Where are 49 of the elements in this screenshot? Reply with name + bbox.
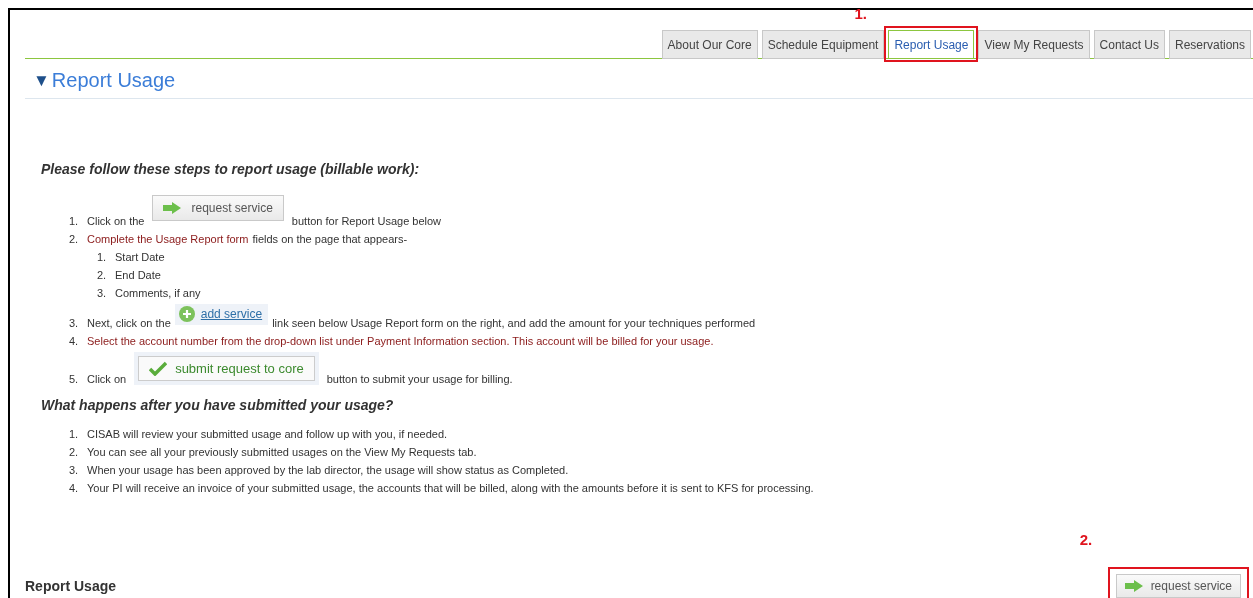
list-number: 2. [97, 268, 108, 283]
annotation-number: 1. [854, 5, 867, 22]
list-number: 3. [69, 316, 80, 331]
add-service-link[interactable]: add service [174, 304, 269, 325]
step-text: button to submit your usage for billing. [326, 372, 513, 387]
substep-text: Comments, if any [115, 286, 201, 301]
step-text: Click on [87, 372, 127, 387]
list-number: 2. [69, 445, 80, 460]
list-number: 3. [97, 286, 108, 301]
list-number: 5. [69, 372, 80, 387]
check-icon [149, 361, 168, 376]
nav-tab[interactable]: View My Requests [978, 30, 1090, 59]
arrow-icon [1124, 580, 1143, 592]
expand-triangle-icon: ▼ [33, 72, 50, 89]
plus-icon [178, 306, 195, 322]
step-text: When your usage has been approved by the lab director, the usage will show status as Completed. [87, 463, 569, 478]
step-text: Your PI will receive an invoice of your submitted usage, the accounts that will be billed, along with the amounts before it is sent to KFS for processing. [87, 481, 814, 496]
list-number: 1. [97, 250, 108, 265]
list-number: 3. [69, 463, 80, 478]
nav-tab[interactable]: Schedule Equipment [761, 30, 885, 59]
list-number: 2. [69, 232, 80, 247]
instructions-heading: Please follow these steps to report usage (billable work): [41, 161, 421, 177]
step-text: Complete the Usage Report form [87, 232, 249, 247]
arrow-icon [163, 202, 182, 214]
request-service-button[interactable]: request service [152, 195, 284, 221]
step-text: link seen below Usage Report form on the right, and add the amount for your techniques performed [272, 316, 756, 331]
nav-tab[interactable]: Contact Us [1093, 30, 1165, 59]
nav-tab[interactable]: About Our Core [661, 30, 758, 59]
list-number: 4. [69, 334, 80, 349]
footer-title: Report Usage [25, 578, 117, 594]
step-text: button for Report Usage below [291, 214, 442, 229]
step-text: Next, click on the [87, 316, 171, 331]
nav-tab[interactable]: Report Usage [888, 30, 975, 59]
nav-tab[interactable]: Reservations [1168, 30, 1251, 59]
list-number: 1. [69, 214, 80, 229]
step-text: fields on the page that appears- [252, 232, 408, 247]
list-number: 4. [69, 481, 80, 496]
step-text: Select the account number from the drop-down list under Payment Information section. This account will be billed for your usage. [87, 334, 714, 349]
annotation-number: 2. [1079, 531, 1093, 548]
substep-text: Start Date [115, 250, 165, 265]
step-text: You can see all your previously submitted usages on the View My Requests tab. [87, 445, 477, 460]
after-heading: What happens after you have submitted your usage? [41, 397, 395, 413]
section-title: Report Usage [51, 69, 176, 92]
substep-text: End Date [115, 268, 161, 283]
step-text: CISAB will review your submitted usage and follow up with you, if needed. [87, 427, 448, 442]
request-service-button[interactable]: request service [1115, 574, 1241, 598]
section-header[interactable]: ▼Report Usage [25, 59, 1253, 99]
list-number: 1. [69, 427, 80, 442]
step-text: Click on the [87, 214, 145, 229]
